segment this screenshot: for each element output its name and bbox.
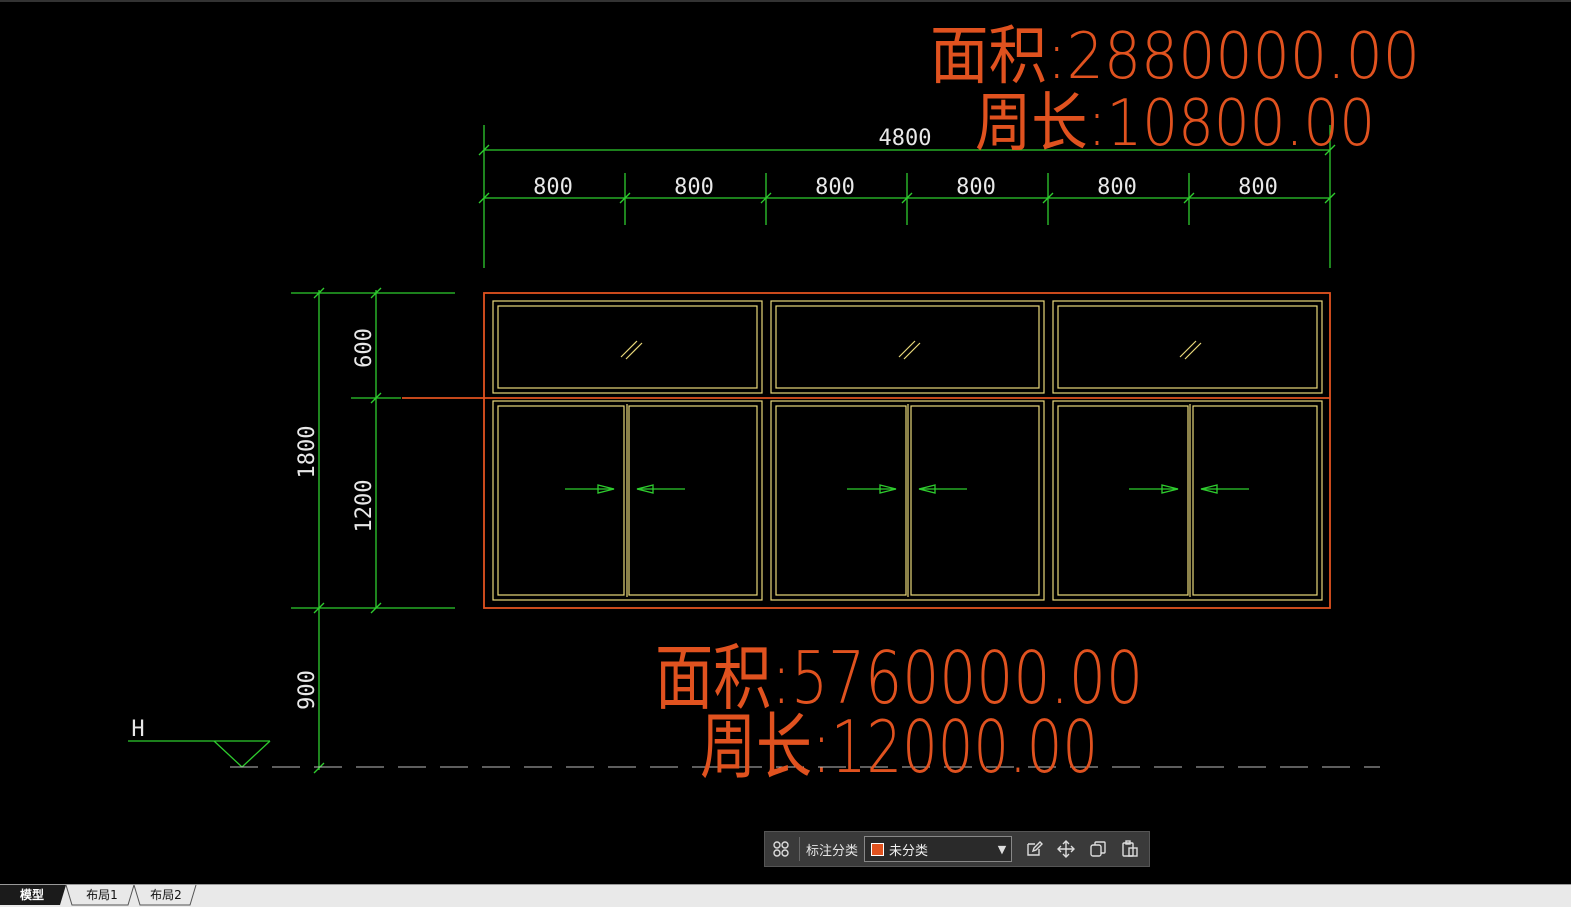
dim-segment-1: 800 — [533, 175, 573, 200]
class-color-swatch — [871, 842, 885, 856]
dim-lower-height: 1200 — [352, 480, 377, 533]
paste-icon[interactable] — [1114, 832, 1146, 866]
cad-drawing: 4800 800 800 800 800 800 800 1800 600 12… — [0, 0, 1571, 789]
grid-icon[interactable] — [765, 832, 797, 866]
dim-segment-5: 800 — [1097, 175, 1137, 200]
tab-layout1[interactable]: 布局1 — [74, 885, 130, 905]
annotation-toolbar: 标注分类 未分类 ▼ — [764, 831, 1150, 867]
annotation-class-select[interactable]: 未分类 ▼ — [864, 836, 1013, 862]
class-select-value: 未分类 — [889, 843, 929, 859]
sliding-arrows — [565, 484, 1249, 494]
layout-tabbar: 模型 布局1 布局2 — [0, 884, 1571, 907]
dim-sill-height: 900 — [295, 670, 320, 710]
copy-icon[interactable] — [1082, 832, 1114, 866]
dim-total-height: 1800 — [295, 426, 320, 479]
area-label-top: 面积:2880000.00 — [930, 20, 1420, 94]
annotation-class-label: 标注分类 — [806, 843, 859, 859]
toolbar-separator — [799, 837, 800, 861]
dim-total-width: 4800 — [879, 126, 932, 151]
move-icon[interactable] — [1050, 832, 1082, 866]
dim-segment-2: 800 — [674, 175, 714, 200]
dim-segment-4: 800 — [956, 175, 996, 200]
tab-layout2[interactable]: 布局2 — [138, 885, 194, 905]
dim-segment-6: 800 — [1238, 175, 1278, 200]
level-mark: H — [131, 717, 144, 742]
perimeter-label-top: 周长:10800.00 — [975, 87, 1375, 161]
tab-model[interactable]: 模型 — [8, 885, 56, 905]
window-frames — [492, 300, 1323, 601]
chevron-down-icon[interactable]: ▼ — [993, 843, 1011, 856]
edit-icon[interactable] — [1018, 832, 1050, 866]
dim-upper-height: 600 — [352, 328, 377, 368]
dim-segment-3: 800 — [815, 175, 855, 200]
left-dimensions — [128, 287, 455, 774]
cad-model-viewport[interactable]: 4800 800 800 800 800 800 800 1800 600 12… — [0, 0, 1571, 884]
perimeter-label-bottom: 周长:12000.00 — [700, 705, 1098, 789]
window-outline — [402, 292, 1331, 609]
